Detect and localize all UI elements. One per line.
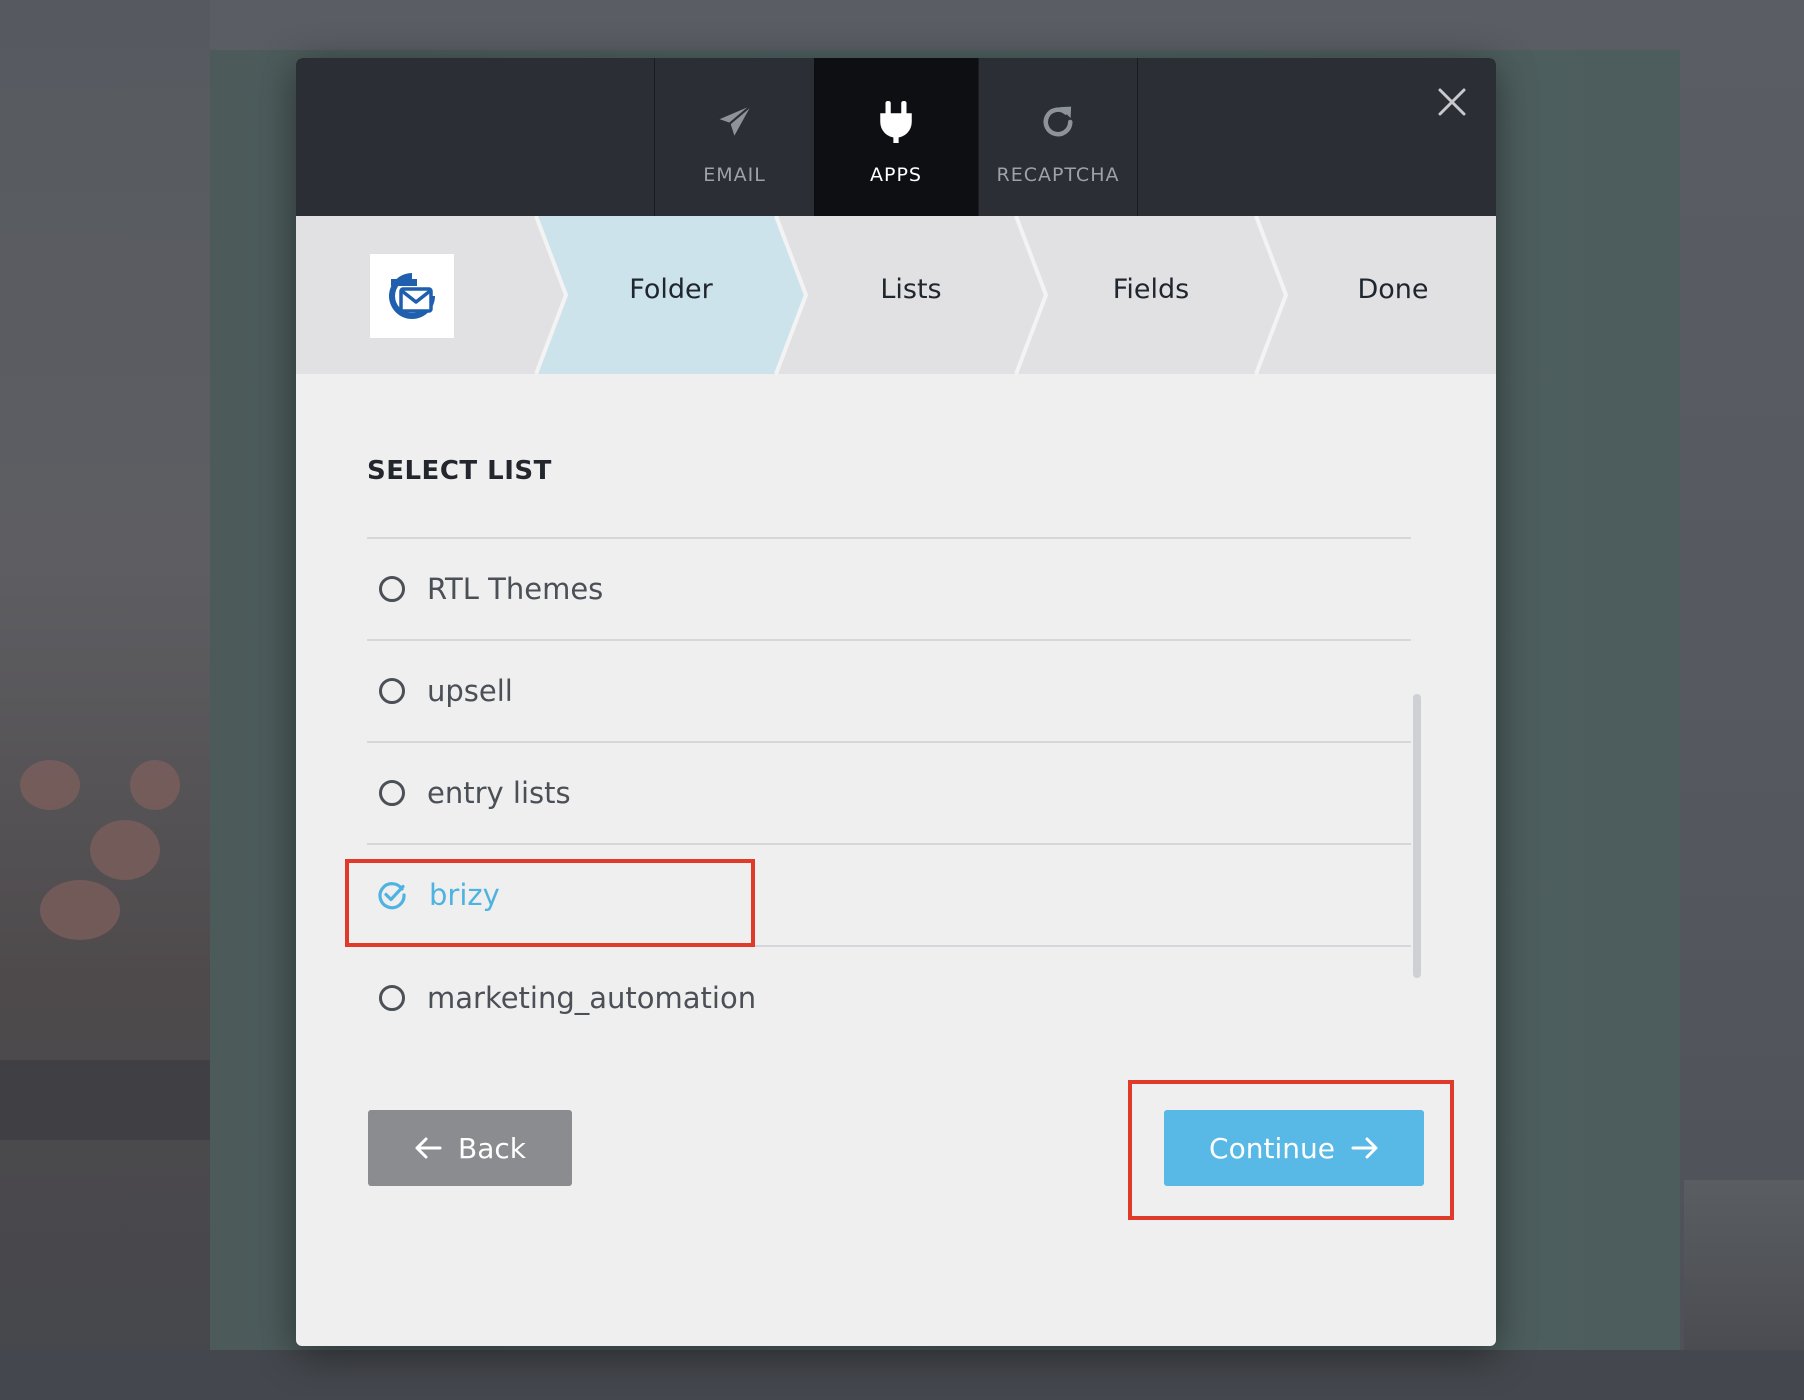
step-done[interactable]: Done [1293,274,1493,305]
back-label: Back [458,1131,526,1165]
list-item[interactable]: upsell [367,641,1411,743]
list-item[interactable]: RTL Themes [367,539,1411,641]
tab-email[interactable]: EMAIL [654,58,814,216]
list-options: RTL Themes upsell entry lists brizy mark… [367,539,1411,1049]
tab-label: RECAPTCHA [996,164,1120,186]
continue-label: Continue [1209,1131,1335,1165]
step-folder[interactable]: Folder [571,274,771,305]
list-item-label: brizy [429,878,500,912]
arrow-right-icon [1351,1137,1378,1159]
sendinblue-logo-icon [370,254,454,338]
list-item-label: marketing_automation [427,981,757,1015]
list-item[interactable]: entry lists [367,743,1411,845]
step-lists[interactable]: Lists [811,274,1011,305]
list-item-label: upsell [427,674,513,708]
select-list-title: SELECT LIST [367,456,552,486]
close-icon[interactable] [1432,82,1472,122]
radio-icon[interactable] [379,985,405,1011]
radio-icon[interactable] [379,780,405,806]
list-item-label: RTL Themes [427,572,604,606]
radio-icon[interactable] [379,576,405,602]
back-button[interactable]: Back [368,1110,572,1186]
tab-label: APPS [870,164,922,186]
plug-icon [872,98,920,146]
list-scrollbar[interactable] [1413,694,1421,978]
continue-button[interactable]: Continue [1164,1110,1424,1186]
tab-recaptcha[interactable]: RECAPTCHA [978,58,1138,216]
refresh-icon [1034,98,1082,146]
paper-plane-icon [711,98,759,146]
list-item-selected[interactable]: brizy [367,845,1411,947]
list-item-label: entry lists [427,776,571,810]
modal-tabbar: EMAIL APPS RECAPTCHA [296,58,1496,216]
tab-apps[interactable]: APPS [814,58,978,216]
radio-icon[interactable] [379,678,405,704]
wizard-steps: Folder Lists Fields Done [296,216,1496,374]
list-item[interactable]: marketing_automation [367,947,1411,1049]
arrow-left-icon [415,1137,442,1159]
tab-label: EMAIL [703,164,766,186]
check-circle-icon[interactable] [377,880,407,910]
step-fields[interactable]: Fields [1051,274,1251,305]
